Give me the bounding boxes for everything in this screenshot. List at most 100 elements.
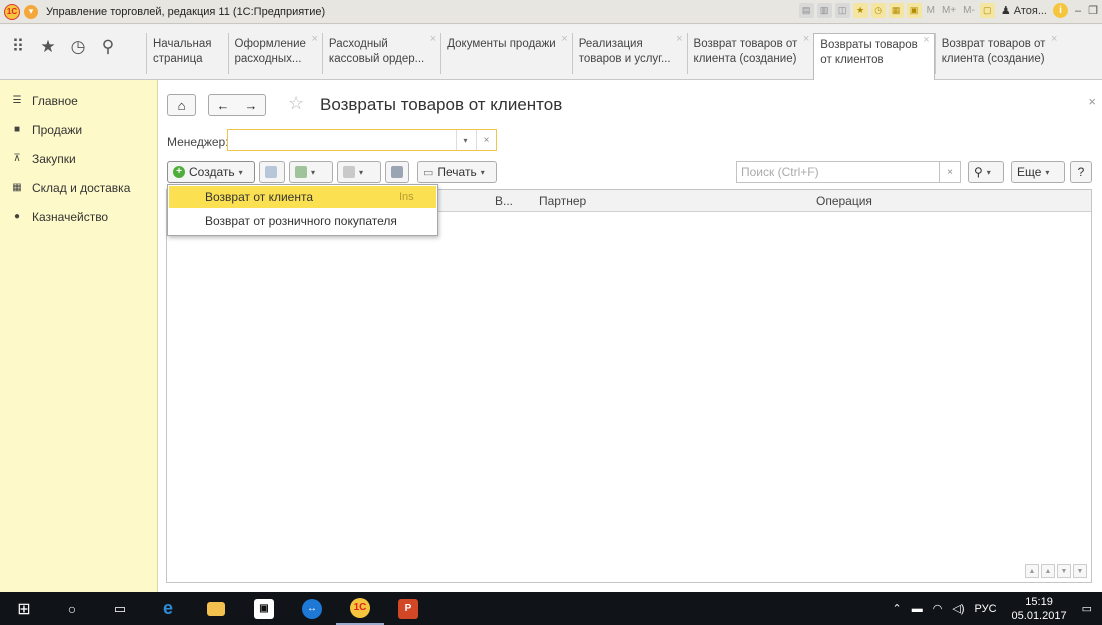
favorites-star-icon[interactable]: ★ xyxy=(40,37,56,57)
close-icon[interactable]: × xyxy=(676,32,682,47)
preview-icon[interactable]: ◫ xyxy=(834,3,850,18)
sidebar-item-purchases[interactable]: ⊼ Закупки xyxy=(0,144,157,173)
sidebar-item-treasury[interactable]: ● Казначейство xyxy=(0,202,157,231)
tab-sales-documents[interactable]: Документы продажи × xyxy=(440,32,572,74)
tab-return-create-1[interactable]: Возврат товаров от клиента (создание) × xyxy=(686,32,814,74)
battery-icon[interactable]: ▬ xyxy=(912,603,923,615)
documents-table[interactable]: В... Партнер Операция ▲ ▲ ▼ ▼ xyxy=(166,189,1092,583)
system-tray: ⌃ ▬ ◠ ◁) РУС 15:19 05.01.2017 ▭ xyxy=(888,592,1102,625)
clock-date: 05.01.2017 xyxy=(1011,609,1067,622)
notification-icon[interactable]: ▭ xyxy=(1082,602,1092,615)
main-menu-button[interactable]: ▾ xyxy=(24,4,38,19)
teamviewer-icon[interactable]: ↔ xyxy=(288,592,336,625)
close-icon[interactable]: × xyxy=(311,32,317,47)
all-functions-icon[interactable]: ⠿ xyxy=(10,37,26,57)
help-button[interactable]: ? xyxy=(1070,161,1092,183)
save-icon[interactable]: ▤ xyxy=(798,3,814,18)
tab-label: Расходный кассовый ордер... xyxy=(328,38,425,65)
sidebar-item-sales[interactable]: ■ Продажи xyxy=(0,115,157,144)
close-icon[interactable]: × xyxy=(561,32,567,47)
menu-item-retail-return[interactable]: Возврат от розничного покупателя xyxy=(168,209,437,233)
window-title: Управление торговлей, редакция 11 (1С:Пр… xyxy=(46,5,326,18)
speaker-icon[interactable]: ◁) xyxy=(952,602,964,615)
bag-icon: ■ xyxy=(13,124,21,135)
chevron-down-icon[interactable]: ▾ xyxy=(456,130,474,150)
info-icon[interactable]: i xyxy=(1053,3,1068,18)
sidebar-item-label: Главное xyxy=(32,93,78,108)
sidebar-item-main[interactable]: ☰ Главное xyxy=(0,86,157,115)
sidebar-item-warehouse[interactable]: ▦ Склад и доставка xyxy=(0,173,157,202)
clear-search-icon[interactable]: × xyxy=(939,161,961,183)
search-icon[interactable]: ○ xyxy=(48,592,96,625)
minimize-button[interactable]: – xyxy=(1075,5,1081,17)
tab-client-returns[interactable]: Возвраты товаров от клиентов × xyxy=(813,33,935,80)
column-header[interactable]: В... xyxy=(489,190,513,212)
chevron-up-icon[interactable]: ⌃ xyxy=(893,602,902,615)
tab-cash-order[interactable]: Расходный кассовый ордер... × xyxy=(321,32,441,74)
close-icon[interactable]: × xyxy=(430,32,436,47)
search-button[interactable]: ⚲ ▾ xyxy=(968,161,1004,183)
forward-arrow-icon[interactable]: → xyxy=(245,98,258,113)
store-icon[interactable]: ▣ xyxy=(240,592,288,625)
current-user[interactable]: ♟ Атоя... xyxy=(1001,4,1047,17)
scroll-up-icon[interactable]: ▲ xyxy=(1041,564,1055,578)
search-input[interactable] xyxy=(736,161,940,183)
back-arrow-icon[interactable]: ← xyxy=(217,98,230,113)
task-view-icon[interactable]: ▭ xyxy=(96,592,144,625)
home-button[interactable]: ⌂ xyxy=(167,94,196,116)
create-based-on-button[interactable]: ▾ xyxy=(289,161,333,183)
1c-app-icon[interactable]: 1С xyxy=(336,592,384,625)
search-icon[interactable]: ⚲ xyxy=(100,37,116,57)
scroll-bottom-icon[interactable]: ▼ xyxy=(1073,564,1087,578)
close-icon[interactable]: × xyxy=(923,33,929,48)
copy-button[interactable] xyxy=(259,161,285,183)
print-button[interactable]: ▭ Печать ▾ xyxy=(417,161,497,183)
manager-field[interactable]: ▾ × xyxy=(227,129,497,151)
restore-button[interactable]: ❐ xyxy=(1088,4,1098,17)
open-windows-tabs: Начальная страница Оформление расходных.… xyxy=(146,32,1062,80)
clear-icon[interactable]: × xyxy=(476,130,496,150)
calculator-icon[interactable]: ▦ xyxy=(888,3,904,18)
language-indicator[interactable]: РУС xyxy=(975,603,997,615)
column-header[interactable]: Партнер xyxy=(533,190,586,212)
list-settings-button[interactable] xyxy=(385,161,409,183)
powerpoint-icon[interactable]: P xyxy=(384,592,432,625)
history-icon[interactable]: ◷ xyxy=(870,3,886,18)
tab-goods-sale[interactable]: Реализация товаров и услуг... × xyxy=(571,32,687,74)
tab-label: Возврат товаров от клиента (создание) xyxy=(941,38,1046,65)
history-icon[interactable]: ◷ xyxy=(70,37,86,57)
chevron-down-icon: ▾ xyxy=(480,167,485,177)
tab-issue-expenses[interactable]: Оформление расходных... × xyxy=(227,32,322,74)
wifi-icon[interactable]: ◠ xyxy=(933,602,943,615)
window-layout-icon[interactable]: ▢ xyxy=(979,3,995,18)
scroll-top-icon[interactable]: ▲ xyxy=(1025,564,1039,578)
memory-button[interactable]: M xyxy=(927,5,935,16)
cart-icon: ⊼ xyxy=(13,153,21,164)
print-icon[interactable]: ▥ xyxy=(816,3,832,18)
menu-item-client-return[interactable]: Возврат от клиента Ins xyxy=(169,186,436,208)
tab-home[interactable]: Начальная страница xyxy=(146,33,228,74)
favorites-icon[interactable]: ★ xyxy=(852,3,868,18)
report-icon xyxy=(343,166,355,178)
create-button[interactable]: + Создать ▾ xyxy=(167,161,255,183)
column-header[interactable]: Операция xyxy=(810,190,872,212)
tab-return-create-2[interactable]: Возврат товаров от клиента (создание) × xyxy=(934,32,1062,74)
close-icon[interactable]: × xyxy=(803,32,809,47)
memory-minus-button[interactable]: M- xyxy=(963,5,975,16)
more-button[interactable]: Еще ▾ xyxy=(1011,161,1065,183)
memory-plus-button[interactable]: M+ xyxy=(942,5,956,16)
windows-start-icon[interactable]: ⊞ xyxy=(0,592,48,625)
file-explorer-icon[interactable] xyxy=(192,592,240,625)
favorite-star-icon[interactable]: ☆ xyxy=(288,93,304,114)
printer-icon: ▭ xyxy=(423,166,434,179)
edge-browser-icon[interactable]: e xyxy=(144,592,192,625)
sidebar-item-label: Закупки xyxy=(32,151,76,166)
close-form-icon[interactable]: × xyxy=(1088,94,1096,109)
manager-input[interactable] xyxy=(228,130,448,150)
clock[interactable]: 15:19 05.01.2017 xyxy=(1012,595,1067,623)
reports-button[interactable]: ▾ xyxy=(337,161,381,183)
calendar-icon[interactable]: ▣ xyxy=(906,3,922,18)
print-label: Печать xyxy=(437,165,477,179)
close-icon[interactable]: × xyxy=(1051,32,1057,47)
scroll-down-icon[interactable]: ▼ xyxy=(1057,564,1071,578)
